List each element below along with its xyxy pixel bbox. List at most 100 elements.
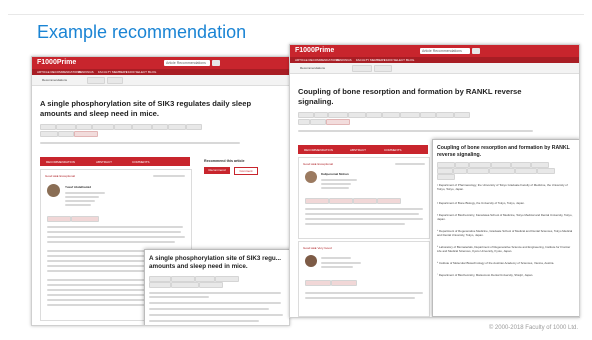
right-affiliation-5: ⁵ Laboratory of Biomaterials, Department… — [437, 245, 571, 253]
right-popup-author[interactable] — [453, 168, 467, 174]
left-nav-blog[interactable]: BLOG — [148, 70, 156, 74]
left-reviewer-line — [65, 192, 105, 194]
left-popup-title-line2: amounts and sleep need in mice. — [149, 263, 248, 270]
right-reviewer-line — [321, 266, 353, 268]
left-citation-line — [40, 142, 240, 144]
left-author-pill[interactable] — [56, 124, 76, 130]
right-affiliation-3: ³ Department of Biochemistry, Kanazawa S… — [437, 213, 573, 221]
right-reviewer-avatar-2[interactable] — [305, 255, 317, 267]
left-header-bar: F1000Prime Article Recommendations — [32, 57, 289, 69]
right-nav-blog[interactable]: BLOG — [406, 58, 414, 62]
left-popup-affil-line — [149, 296, 209, 298]
right-nav-article-recs[interactable]: ARTICLE RECOMMENDATIONS — [295, 58, 339, 62]
left-tab-recommendation[interactable]: RECOMMENDATION — [46, 160, 75, 164]
left-popup-author[interactable] — [171, 282, 199, 288]
left-tab-bar: RECOMMENDATION ABSTRACT COMMENTS — [40, 157, 190, 166]
left-author-pill[interactable] — [40, 124, 56, 130]
right-reviewer-name-1[interactable]: Kaliperumal Mohan — [321, 172, 349, 176]
right-popup-author[interactable] — [537, 168, 555, 174]
left-reviewer-line — [65, 204, 91, 206]
left-recommend-button[interactable]: Recommend — [204, 167, 230, 174]
right-author-pill[interactable] — [298, 112, 314, 118]
right-author-pill[interactable] — [454, 112, 470, 118]
slide-top-rule — [8, 14, 584, 15]
left-author-pill[interactable] — [114, 124, 132, 130]
left-author-pill[interactable] — [186, 124, 202, 130]
right-search-button[interactable] — [472, 48, 480, 54]
left-breadcrumb-bar: Recommendations — [32, 75, 289, 86]
right-rating-2: Good ●●● Very Good — [303, 246, 332, 250]
right-author-pill[interactable] — [314, 112, 328, 118]
right-author-pill[interactable] — [400, 112, 420, 118]
right-author-pill[interactable] — [366, 112, 382, 118]
left-author-pill[interactable] — [152, 124, 168, 130]
left-article-title-line1: A single phosphorylation site of SIK3 re… — [40, 99, 252, 108]
right-author-pill[interactable] — [348, 112, 366, 118]
left-author-pill[interactable] — [168, 124, 186, 130]
left-author-pill[interactable] — [132, 124, 152, 130]
left-breadcrumb[interactable]: Recommendations — [42, 78, 67, 82]
right-tab-abstract[interactable]: ABSTRACT — [350, 148, 366, 152]
right-reviewer-avatar-1[interactable] — [305, 171, 317, 183]
right-classification-pill — [305, 280, 331, 286]
right-popup-author[interactable] — [437, 174, 455, 180]
left-search-button[interactable] — [212, 60, 220, 66]
right-affiliation-6: ⁶ Institute of Molecular Biotechnology o… — [437, 261, 555, 265]
right-author-pill[interactable] — [310, 119, 326, 125]
right-breadcrumb[interactable]: Recommendations — [300, 66, 325, 70]
left-body-line — [47, 236, 185, 238]
right-tag-1 — [352, 65, 372, 72]
left-popup-affil-line — [149, 292, 281, 294]
right-author-pill[interactable] — [436, 112, 454, 118]
right-author-pill[interactable] — [420, 112, 436, 118]
right-body-line — [305, 223, 405, 225]
right-popup-author[interactable] — [489, 168, 515, 174]
left-reviewer-name[interactable]: Yusuf Abdelhamid — [65, 185, 91, 189]
left-author-pill[interactable] — [40, 131, 58, 137]
left-popup-author[interactable] — [199, 282, 223, 288]
right-article-title-line2: signaling. — [298, 97, 334, 106]
left-nav-article-recs[interactable]: ARTICLE RECOMMENDATIONS — [37, 70, 81, 74]
left-tab-abstract[interactable]: ABSTRACT — [96, 160, 112, 164]
left-article-popup: A single phosphorylation site of SIK3 re… — [144, 249, 289, 325]
left-author-pill[interactable] — [92, 124, 114, 130]
left-advanced-link[interactable] — [264, 61, 282, 65]
left-classification-pill — [47, 216, 71, 222]
right-author-pill[interactable] — [326, 119, 350, 125]
right-author-pill[interactable] — [382, 112, 400, 118]
left-author-pill[interactable] — [74, 131, 98, 137]
left-popup-author[interactable] — [149, 282, 171, 288]
right-nav-select[interactable]: F1000 SELECT — [384, 58, 405, 62]
right-body-line — [305, 208, 423, 210]
right-reviewer-line — [321, 187, 349, 189]
right-affiliation-1: ¹ Department of Pharmacology, the Univer… — [437, 183, 568, 191]
left-f1000prime-logo[interactable]: F1000Prime — [37, 59, 76, 66]
slide-title: Example recommendation — [37, 22, 247, 42]
left-nav-faculty[interactable]: FACULTY MEMBERS — [98, 70, 127, 74]
right-nav-faculty[interactable]: FACULTY MEMBERS — [356, 58, 385, 62]
left-comment-button[interactable]: Comment — [234, 167, 258, 175]
right-classification-pill — [305, 198, 329, 204]
left-tab-comments[interactable]: COMMENTS — [132, 160, 150, 164]
right-popup-title-line2: reverse signaling. — [437, 152, 482, 158]
left-search-input[interactable]: Article Recommendations — [164, 60, 210, 66]
left-popup-affil-line — [149, 320, 259, 322]
right-f1000prime-logo[interactable]: F1000Prime — [295, 47, 334, 54]
right-nav-rankings[interactable]: RANKINGS — [336, 58, 352, 62]
right-popup-author[interactable] — [467, 168, 489, 174]
left-date-line — [153, 175, 185, 177]
right-author-pill[interactable] — [298, 119, 310, 125]
left-author-pill[interactable] — [76, 124, 92, 130]
right-popup-author[interactable] — [515, 168, 537, 174]
left-nav-rankings[interactable]: RANKINGS — [78, 70, 94, 74]
right-affiliation-4: ⁴ Department of Regenerative Medicine, G… — [437, 229, 573, 237]
right-tab-recommendation[interactable]: RECOMMENDATION — [304, 148, 333, 152]
right-author-pill[interactable] — [328, 112, 348, 118]
right-advanced-link[interactable] — [552, 49, 570, 53]
left-author-pill[interactable] — [58, 131, 74, 137]
left-nav-select[interactable]: F1000 SELECT — [126, 70, 147, 74]
right-tab-comments[interactable]: COMMENTS — [384, 148, 402, 152]
left-reviewer-avatar[interactable] — [47, 184, 60, 197]
right-search-input[interactable]: Article Recommendations — [420, 48, 470, 54]
right-affiliation-2: ² Department of Bone Biology, the Univer… — [437, 201, 525, 205]
